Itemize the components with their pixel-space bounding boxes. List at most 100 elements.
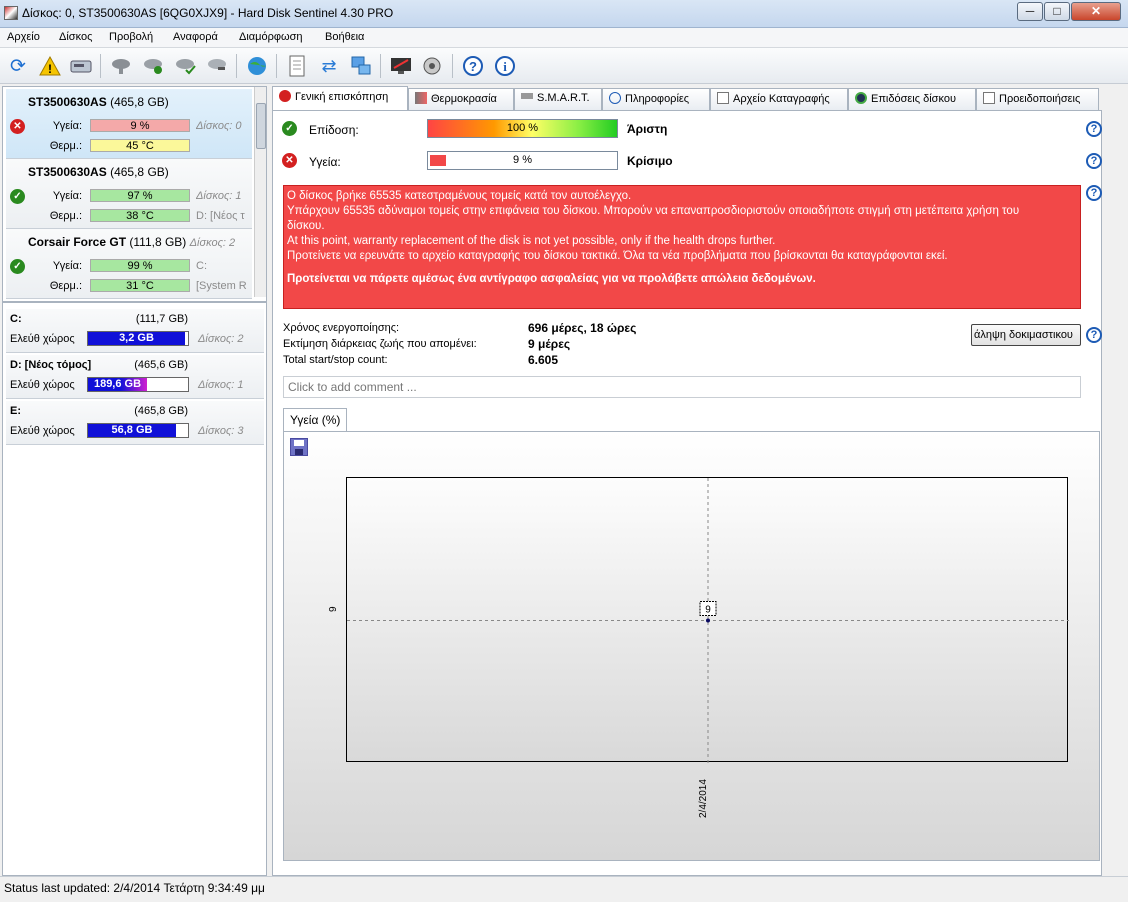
warning-icon[interactable]: !: [37, 53, 63, 79]
tab-smart[interactable]: S.M.A.R.T.: [514, 88, 602, 110]
monitor-icon[interactable]: [388, 53, 414, 79]
temperature-bar: 31 °C: [90, 279, 190, 292]
sync-icon[interactable]: ⇄: [316, 53, 342, 79]
report-icon[interactable]: [284, 53, 310, 79]
disk-card[interactable]: ST3500630AS (465,8 GB) ✕ Υγεία: 9 % Δίσκ…: [6, 89, 252, 159]
disk-card[interactable]: ST3500630AS (465,8 GB) ✓ Υγεία: 97 % Δίσ…: [6, 159, 252, 229]
help-icon[interactable]: ?: [1086, 185, 1102, 201]
critical-icon: [279, 90, 291, 102]
start-stop-value: 6.605: [528, 353, 559, 367]
disk-name: ST3500630AS (465,8 GB): [28, 165, 169, 179]
help-icon[interactable]: ?: [1086, 327, 1102, 343]
info-icon[interactable]: i: [492, 53, 518, 79]
network-icon[interactable]: [348, 53, 374, 79]
health-chart-panel: 9 9 2/4/2014: [283, 431, 1100, 861]
health-bar: 9 %: [427, 151, 618, 170]
volume-disk-number: Δίσκος: 1: [198, 379, 244, 391]
tab-log[interactable]: Αρχείο Καταγραφής: [710, 88, 848, 110]
performance-rating: Άριστη: [627, 122, 668, 136]
volume-name: E:: [10, 405, 21, 417]
free-space-label: Ελεύθ χώρος: [10, 379, 75, 391]
window-title: Δίσκος: 0, ST3500630AS [6QG0XJX9] - Hard…: [22, 6, 394, 20]
status-bar: Status last updated: 2/4/2014 Τετάρτη 9:…: [0, 876, 1128, 902]
free-space-fill: 56,8 GB: [88, 424, 176, 437]
disk-icon[interactable]: [68, 53, 94, 79]
health-chart: 9: [347, 478, 1069, 763]
disk-name: Corsair Force GT (111,8 GB) Δίσκος: 2: [28, 235, 236, 249]
minimize-button[interactable]: ─: [1017, 2, 1043, 21]
globe-icon[interactable]: [244, 53, 270, 79]
free-space-label: Ελεύθ χώρος: [10, 425, 75, 437]
disk-gray-icon[interactable]: [108, 53, 134, 79]
tab-strip: Γενική επισκόπηση Θερμοκρασία S.M.A.R.T.…: [272, 86, 1102, 110]
performance-value: 100 %: [506, 122, 539, 134]
disk-tool-icon[interactable]: [204, 53, 230, 79]
partition-label: D: [Νέος τ: [196, 210, 245, 222]
alert-line: At this point, warranty replacement of t…: [287, 235, 776, 247]
chart-plot-area: 9: [346, 477, 1069, 763]
volume-card[interactable]: E: (465,8 GB) Ελεύθ χώρος 56,8 GB Δίσκος…: [6, 401, 264, 445]
partition-label: C:: [196, 260, 207, 272]
help-icon[interactable]: ?: [460, 53, 486, 79]
volume-disk-number: Δίσκος: 3: [198, 425, 244, 437]
free-space-bar: 189,6 GB: [87, 377, 189, 392]
performance-bar: 100 %: [427, 119, 618, 138]
svg-text:i: i: [503, 59, 507, 74]
maximize-button[interactable]: □: [1044, 2, 1070, 21]
power-on-value: 696 μέρες, 18 ώρες: [528, 321, 637, 335]
document-icon: [983, 92, 995, 104]
alert-line: Υπάρχουν 65535 αδύναμοι τομείς στην επιφ…: [287, 205, 1020, 217]
free-space-fill: 189,6 GB: [88, 378, 147, 391]
speaker-icon[interactable]: [420, 53, 446, 79]
svg-text:!: !: [48, 62, 52, 76]
tab-temperature[interactable]: Θερμοκρασία: [408, 88, 514, 110]
disk-check-icon[interactable]: [172, 53, 198, 79]
refresh-icon[interactable]: ⟳: [5, 53, 31, 79]
run-test-button[interactable]: άληψη δοκιμαστικου: [971, 324, 1081, 346]
menu-report[interactable]: Αναφορά: [173, 31, 218, 43]
smart-icon: [521, 93, 533, 99]
health-label: Υγεία:: [52, 120, 82, 132]
menu-file[interactable]: Αρχείο: [7, 31, 40, 43]
menu-help[interactable]: Βοήθεια: [325, 31, 364, 43]
disk-list-scrollbar[interactable]: [254, 87, 266, 297]
free-space-label: Ελεύθ χώρος: [10, 333, 75, 345]
close-button[interactable]: ✕: [1071, 2, 1121, 21]
app-icon: [4, 6, 18, 20]
divider: [3, 301, 266, 303]
volume-capacity: (111,7 GB): [135, 313, 188, 325]
health-label: Υγεία:: [52, 190, 82, 202]
health-bar: 97 %: [90, 189, 190, 202]
menu-bar: Αρχείο Δίσκος Προβολή Αναφορά Διαμόρφωση…: [0, 28, 1128, 48]
data-label: 9: [705, 605, 711, 616]
disk-ok-icon[interactable]: [140, 53, 166, 79]
toolbar: ⟳ ! ⇄ ? i: [0, 48, 1128, 84]
menu-disk[interactable]: Δίσκος: [59, 31, 92, 43]
performance-ok-icon: ✓: [282, 121, 297, 136]
menu-configuration[interactable]: Διαμόρφωση: [239, 31, 303, 43]
tab-information[interactable]: Πληροφορίες: [602, 88, 710, 110]
tab-health-chart[interactable]: Υγεία (%): [283, 408, 348, 432]
alert-line: δίσκου.: [287, 220, 325, 232]
comment-field[interactable]: Click to add comment ...: [283, 376, 1081, 398]
start-stop-label: Total start/stop count:: [283, 354, 388, 366]
disk-card[interactable]: Corsair Force GT (111,8 GB) Δίσκος: 2 ✓ …: [6, 229, 252, 299]
health-bar: 9 %: [90, 119, 190, 132]
alert-line: Προτείνετε να ερευνάτε το αρχείο καταγρα…: [287, 250, 948, 262]
volume-label: [System R: [196, 280, 247, 292]
scrollbar-thumb[interactable]: [256, 103, 266, 149]
svg-text:?: ?: [469, 59, 477, 74]
help-icon[interactable]: ?: [1086, 121, 1102, 137]
tab-performance[interactable]: Επιδόσεις δίσκου: [848, 88, 976, 110]
status-text: Status last updated: 2/4/2014 Τετάρτη 9:…: [4, 881, 265, 895]
free-space-bar: 56,8 GB: [87, 423, 189, 438]
alert-message-box: Ο δίσκος βρήκε 65535 κατεστραμένους τομε…: [283, 185, 1081, 309]
tab-alerts[interactable]: Προειδοποιήσεις: [976, 88, 1099, 110]
tab-overview[interactable]: Γενική επισκόπηση: [272, 86, 408, 110]
menu-view[interactable]: Προβολή: [109, 31, 153, 43]
volume-card[interactable]: C: (111,7 GB) Ελεύθ χώρος 3,2 GB Δίσκος:…: [6, 309, 264, 353]
volume-card[interactable]: D: [Νέος τόμος] (465,6 GB) Ελεύθ χώρος 1…: [6, 355, 264, 399]
help-icon[interactable]: ?: [1086, 153, 1102, 169]
save-icon[interactable]: [290, 438, 308, 456]
health-fill: [430, 155, 447, 166]
